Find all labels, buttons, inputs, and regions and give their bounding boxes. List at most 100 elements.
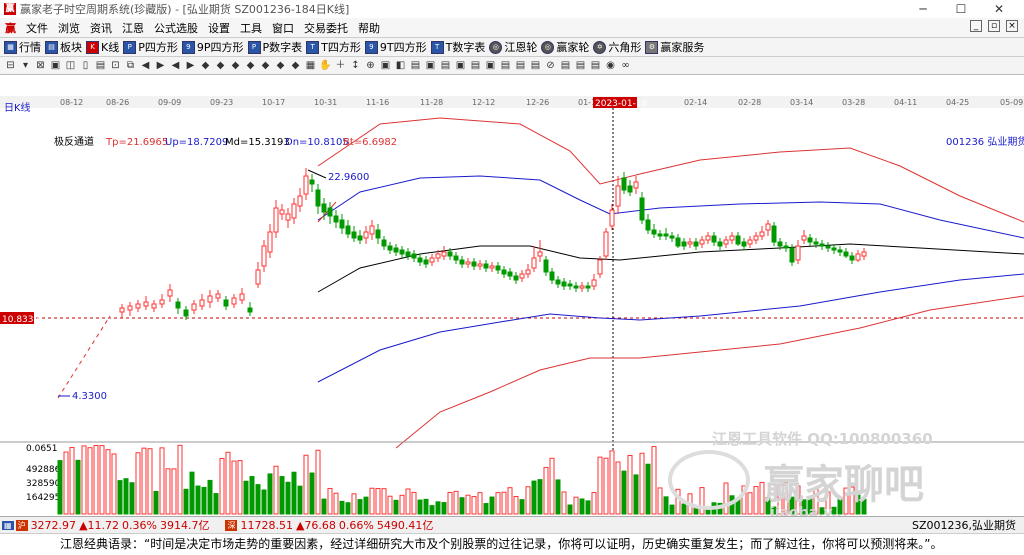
minimize-icon[interactable]: ─ [904, 0, 942, 18]
ipo-ramp-line [57, 315, 111, 399]
draw-tool-icon[interactable]: ⊟ [4, 59, 17, 72]
indicator-md: Md=15.3193 [225, 137, 290, 148]
draw-tool-icon[interactable]: ⊘ [544, 59, 557, 72]
toolbar-9p-square-button[interactable]: 9 9P四方形 [181, 39, 244, 55]
draw-tool-icon[interactable]: ＋ [334, 59, 347, 72]
date-tick: 08-26 [106, 98, 129, 107]
volume-bar [321, 498, 327, 515]
draw-tool-icon[interactable]: ◉ [604, 59, 617, 72]
menu-gann[interactable]: 江恩 [117, 20, 149, 36]
volume-bar [111, 453, 117, 515]
toolbar-label: 9T四方形 [379, 41, 427, 54]
menu-settings[interactable]: 设置 [203, 20, 235, 36]
band-bottom-line [395, 295, 1024, 449]
draw-tool-icon[interactable]: ▤ [514, 59, 527, 72]
toolbar-sector-button[interactable]: ▤ 板块 [45, 39, 82, 55]
toolbar-p-table-button[interactable]: P P数字表 [247, 39, 302, 55]
volume-bar [219, 457, 225, 515]
draw-tool-icon[interactable]: ◫ [64, 59, 77, 72]
candle-body [765, 223, 771, 231]
candle-body [159, 299, 165, 305]
draw-tool-icon[interactable]: ▾ [19, 59, 32, 72]
draw-tool-icon[interactable]: ◀ [139, 59, 152, 72]
toolbar-t-table-button[interactable]: T T数字表 [430, 39, 485, 55]
draw-tool-icon[interactable]: ⊠ [34, 59, 47, 72]
candle-body [405, 251, 411, 257]
toolbar-kline-button[interactable]: K K线 [86, 39, 119, 55]
draw-tool-icon[interactable]: ▤ [499, 59, 512, 72]
menu-trade[interactable]: 交易委托 [299, 20, 353, 36]
toolbar-winner-wheel-button[interactable]: ◎ 赢家轮 [541, 39, 589, 55]
volume-bar [189, 471, 195, 515]
child-minimize-icon[interactable]: _ [970, 20, 982, 32]
draw-tool-icon[interactable]: ▦ [304, 59, 317, 72]
draw-tool-icon[interactable]: ⧉ [124, 59, 137, 72]
candle-body [267, 231, 273, 253]
menu-window[interactable]: 窗口 [267, 20, 299, 36]
menu-app-icon[interactable]: 赢 [0, 20, 21, 36]
volume-bar [81, 445, 87, 515]
toolbar-quotes-button[interactable]: ▦ 行情 [4, 39, 41, 55]
candle-body [543, 259, 549, 273]
toolbar-t-square-button[interactable]: T T四方形 [306, 39, 361, 55]
draw-tool-icon[interactable]: ◆ [274, 59, 287, 72]
maximize-icon[interactable]: ☐ [942, 0, 980, 18]
draw-tool-icon[interactable]: ◆ [214, 59, 227, 72]
draw-tool-icon[interactable]: ▤ [529, 59, 542, 72]
draw-tool-icon[interactable]: ◀ [169, 59, 182, 72]
menu-tools[interactable]: 工具 [235, 20, 267, 36]
draw-tool-icon[interactable]: ▶ [154, 59, 167, 72]
draw-tool-icon[interactable]: ▣ [49, 59, 62, 72]
draw-tool-icon[interactable]: ▣ [454, 59, 467, 72]
draw-tool-icon[interactable]: ◧ [394, 59, 407, 72]
draw-tool-icon[interactable]: ▶ [184, 59, 197, 72]
toolbar-hexagon-button[interactable]: ✡ 六角形 [593, 39, 641, 55]
draw-tool-icon[interactable]: ◆ [289, 59, 302, 72]
watermark-qq: 江恩工具软件 QQ:100800360 [712, 430, 933, 448]
draw-tool-icon[interactable]: ▤ [574, 59, 587, 72]
toolbar-9t-square-button[interactable]: 9 9T四方形 [364, 39, 427, 55]
candle-body [549, 271, 555, 281]
volume-bar [747, 492, 753, 515]
volume-bar [201, 486, 207, 515]
draw-tool-icon[interactable]: ◆ [229, 59, 242, 72]
candle-body [207, 295, 213, 303]
draw-tool-icon[interactable]: ◆ [259, 59, 272, 72]
volume-bar [597, 456, 603, 515]
draw-tool-icon[interactable]: ✋ [319, 59, 332, 72]
draw-tool-icon[interactable]: ▤ [589, 59, 602, 72]
draw-tool-icon[interactable]: ▯ [79, 59, 92, 72]
draw-tool-icon[interactable]: ▤ [94, 59, 107, 72]
menu-file[interactable]: 文件 [21, 20, 53, 36]
draw-tool-icon[interactable]: ▣ [484, 59, 497, 72]
draw-tool-icon[interactable]: ◆ [199, 59, 212, 72]
toolbar-service-button[interactable]: ⚙ 赢家服务 [645, 39, 704, 55]
draw-tool-icon[interactable]: ◆ [244, 59, 257, 72]
menu-info[interactable]: 资讯 [85, 20, 117, 36]
draw-tool-icon[interactable]: ▣ [379, 59, 392, 72]
candle-body [687, 241, 693, 245]
menu-formula-select[interactable]: 公式选股 [149, 20, 203, 36]
child-restore-icon[interactable]: ▫ [988, 20, 1000, 32]
draw-tool-icon[interactable]: ▤ [559, 59, 572, 72]
candle-body [681, 241, 687, 247]
draw-tool-icon[interactable]: ⊡ [109, 59, 122, 72]
draw-tool-icon[interactable]: ▤ [439, 59, 452, 72]
close-icon[interactable]: ✕ [980, 0, 1018, 18]
kline-icon: K [86, 40, 99, 54]
menu-browse[interactable]: 浏览 [53, 20, 85, 36]
draw-tool-icon[interactable]: ▤ [469, 59, 482, 72]
toolbar-p-square-button[interactable]: P P四方形 [123, 39, 178, 55]
child-close-icon[interactable]: × [1006, 20, 1018, 32]
toolbar-gann-wheel-button[interactable]: ◎ 江恩轮 [489, 39, 537, 55]
candle-body [771, 225, 777, 243]
draw-tool-icon[interactable]: ↕ [349, 59, 362, 72]
candle-body [223, 299, 229, 307]
draw-tool-icon[interactable]: ∞ [619, 59, 632, 72]
draw-tool-icon[interactable]: ▣ [424, 59, 437, 72]
volume-bar [753, 486, 759, 515]
draw-tool-icon[interactable]: ⊕ [364, 59, 377, 72]
menu-help[interactable]: 帮助 [353, 20, 385, 36]
draw-tool-icon[interactable]: ▤ [409, 59, 422, 72]
candle-body [423, 259, 429, 265]
